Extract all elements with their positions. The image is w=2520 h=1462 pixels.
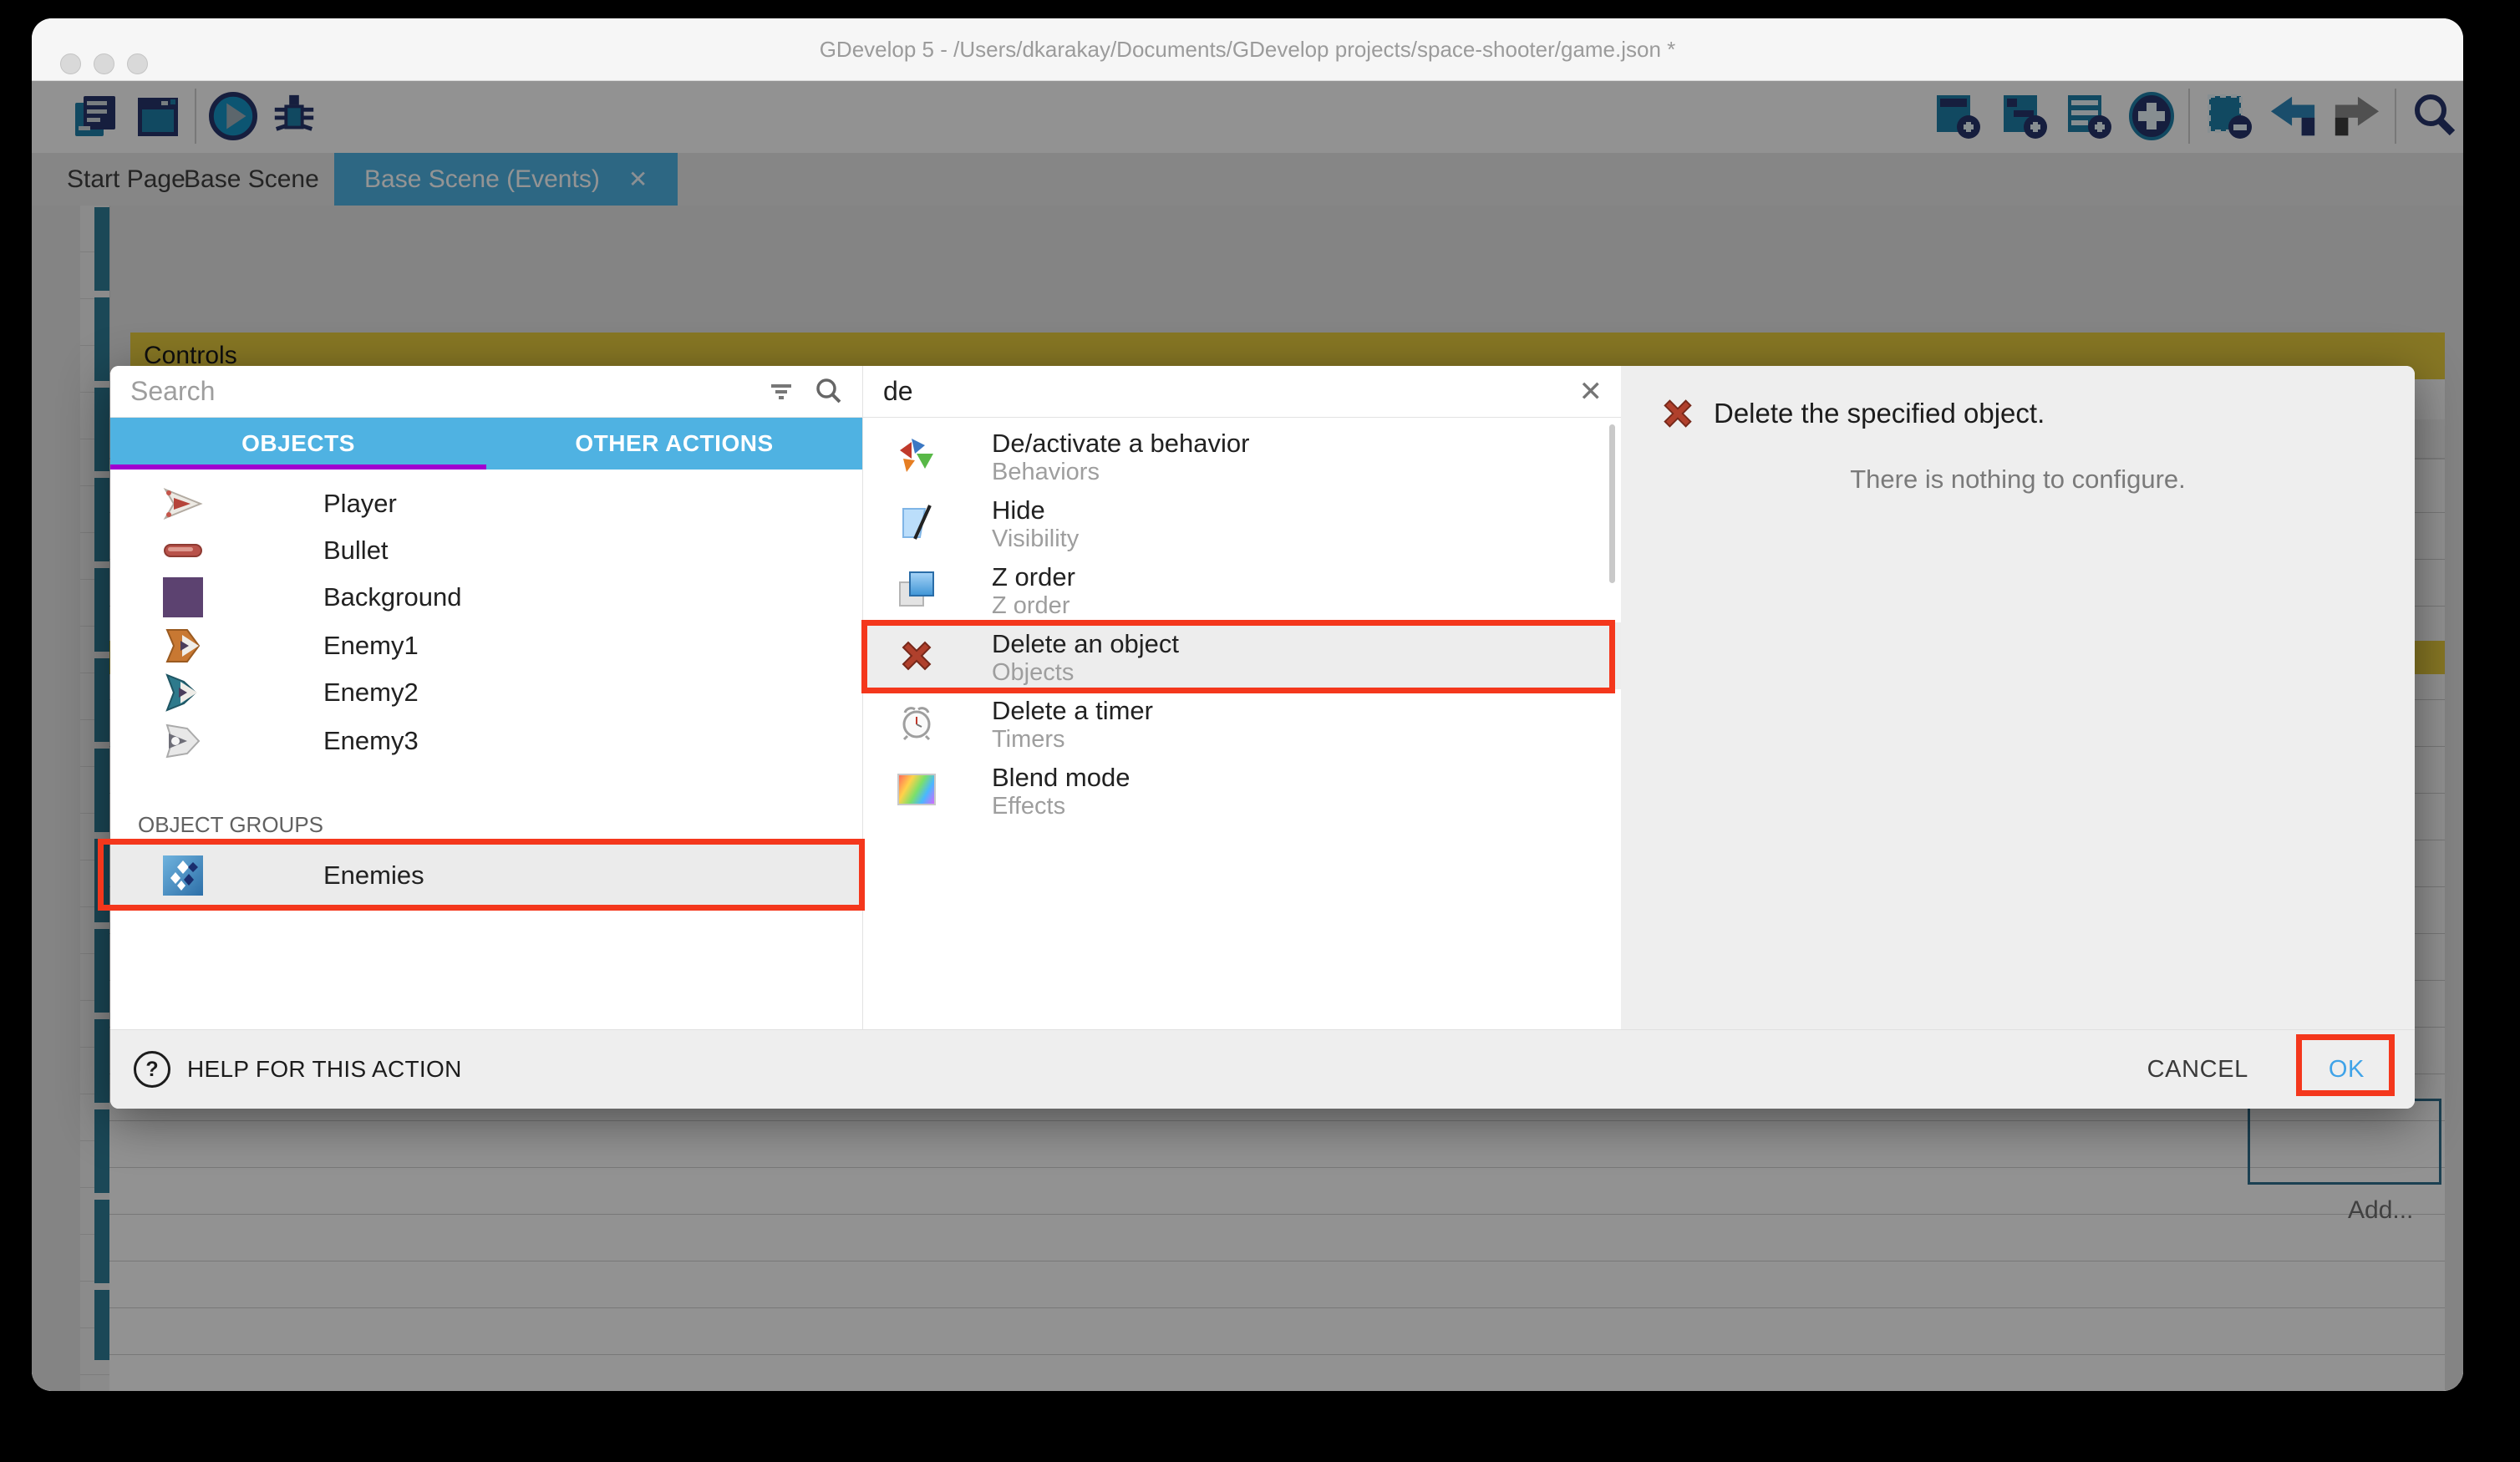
object-search-bar <box>110 366 862 418</box>
active-tab-indicator <box>110 464 486 470</box>
object-item-player[interactable]: Player <box>110 480 862 528</box>
detail-header: Delete the specified object. <box>1659 394 2045 433</box>
window-title: GDevelop 5 - /Users/dkarakay/Documents/G… <box>32 18 2463 80</box>
annotation-box-enemies <box>98 839 865 911</box>
action-detail-panel: Delete the specified object. There is no… <box>1621 366 2415 1029</box>
gradient-icon <box>897 769 937 810</box>
app-content: Start Page Base Scene✕ Base Scene (Event… <box>32 80 2463 1391</box>
object-item-enemy3[interactable]: Enemy3 <box>110 717 862 765</box>
object-item-enemy1[interactable]: Enemy1 <box>110 622 862 670</box>
tab-objects[interactable]: OBJECTS <box>110 418 486 470</box>
object-item-enemy2[interactable]: Enemy2 <box>110 668 862 717</box>
action-item-hide[interactable]: Hide Visibility <box>863 489 1622 556</box>
purple-square-icon <box>162 576 204 618</box>
filter-icon[interactable] <box>767 378 795 406</box>
alarm-clock-icon <box>897 703 937 743</box>
help-icon[interactable]: ? <box>134 1051 170 1088</box>
screenshot-root: GDevelop 5 - /Users/dkarakay/Documents/G… <box>0 0 2520 1462</box>
z-order-icon <box>897 569 937 609</box>
bullet-icon <box>162 530 204 571</box>
action-item-deactivate-behavior[interactable]: De/activate a behavior Behaviors <box>863 422 1622 489</box>
annotation-box-delete-object <box>861 620 1615 693</box>
scrollbar-thumb[interactable] <box>1609 424 1615 583</box>
cancel-button[interactable]: CANCEL <box>2147 1056 2248 1084</box>
selector-tabs: OBJECTS OTHER ACTIONS <box>110 418 862 470</box>
enemy2-ship-icon <box>162 672 204 713</box>
enemy1-ship-icon <box>162 625 204 667</box>
action-search-input[interactable] <box>863 376 1579 407</box>
detail-title: Delete the specified object. <box>1714 398 2045 429</box>
search-icon[interactable] <box>814 377 844 407</box>
macos-titlebar: GDevelop 5 - /Users/dkarakay/Documents/G… <box>32 18 2463 81</box>
object-groups-header: OBJECT GROUPS <box>138 812 323 838</box>
red-x-icon <box>1659 394 1697 433</box>
behavior-icon <box>897 435 937 475</box>
action-editor-dialog: OBJECTS OTHER ACTIONS Pl <box>110 366 2415 1109</box>
help-button[interactable]: HELP FOR THIS ACTION <box>187 1056 462 1083</box>
clear-search-icon[interactable]: ✕ <box>1579 375 1603 409</box>
action-item-delete-timer[interactable]: Delete a timer Timers <box>863 689 1622 756</box>
dialog-footer: ? HELP FOR THIS ACTION CANCEL OK <box>110 1029 2415 1109</box>
tab-other-actions[interactable]: OTHER ACTIONS <box>486 418 862 470</box>
hide-icon <box>897 502 937 542</box>
annotation-box-ok <box>2296 1034 2395 1096</box>
player-ship-icon <box>162 483 204 525</box>
action-list-column: ✕ De/activate a behavior Beha <box>862 366 1621 1029</box>
object-search-input[interactable] <box>110 376 767 407</box>
object-selector-column: OBJECTS OTHER ACTIONS Pl <box>110 366 862 1029</box>
action-item-z-order[interactable]: Z order Z order <box>863 556 1622 622</box>
enemy3-ship-icon <box>162 720 204 762</box>
action-search-bar: ✕ <box>863 366 1621 418</box>
detail-empty-text: There is nothing to configure. <box>1621 464 2415 495</box>
object-item-background[interactable]: Background <box>110 573 862 622</box>
object-item-bullet[interactable]: Bullet <box>110 526 862 575</box>
gdevelop-window: GDevelop 5 - /Users/dkarakay/Documents/G… <box>32 18 2463 1391</box>
action-item-blend-mode[interactable]: Blend mode Effects <box>863 756 1622 823</box>
